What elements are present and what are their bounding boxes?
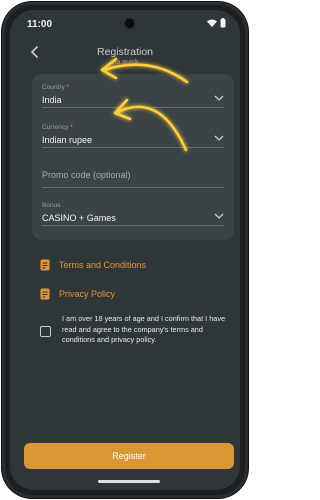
- wifi-icon: [207, 19, 217, 27]
- bonus-value: CASINO + Games: [42, 213, 116, 223]
- bonus-select[interactable]: Bonus CASINO + Games: [42, 198, 224, 226]
- terms-link[interactable]: Terms and Conditions: [40, 255, 146, 275]
- bonus-label: Bonus: [42, 202, 61, 209]
- battery-icon: [220, 18, 226, 28]
- top-bar: Registration via quick: [10, 40, 240, 66]
- registration-form: Country * India Currency * Indian rupee …: [32, 74, 234, 240]
- country-value: India: [42, 95, 62, 105]
- consent-text: I am over 18 years of age and I confirm …: [62, 314, 226, 344]
- chevron-down-icon: [214, 213, 224, 219]
- terms-label: Terms and Conditions: [59, 260, 147, 270]
- privacy-label: Privacy Policy: [59, 289, 116, 299]
- page-title: Registration: [96, 46, 154, 58]
- status-time: 11:00: [27, 19, 53, 30]
- status-icons: [207, 18, 226, 28]
- camera-icon: [124, 18, 135, 29]
- country-select[interactable]: Country * India: [42, 80, 224, 108]
- register-button[interactable]: Register: [24, 443, 234, 469]
- app-screen: 11:00 Registration via quick Country * I…: [10, 10, 240, 490]
- promo-code-input[interactable]: Promo code (optional): [42, 160, 224, 188]
- document-icon: [40, 288, 50, 300]
- phone-frame: 11:00 Registration via quick Country * I…: [2, 2, 248, 498]
- home-indicator: [98, 480, 160, 483]
- page-subtitle: via quick: [111, 59, 139, 66]
- chevron-down-icon: [214, 135, 224, 141]
- currency-select[interactable]: Currency * Indian rupee: [42, 120, 224, 148]
- country-label: Country *: [42, 84, 70, 91]
- document-icon: [40, 259, 50, 271]
- currency-label: Currency *: [42, 124, 73, 131]
- privacy-link[interactable]: Privacy Policy: [40, 284, 115, 304]
- promo-code-placeholder: Promo code (optional): [42, 170, 131, 180]
- age-consent-checkbox[interactable]: [40, 326, 51, 337]
- chevron-down-icon: [214, 95, 224, 101]
- status-bar: 11:00: [10, 10, 240, 36]
- currency-value: Indian rupee: [42, 135, 93, 145]
